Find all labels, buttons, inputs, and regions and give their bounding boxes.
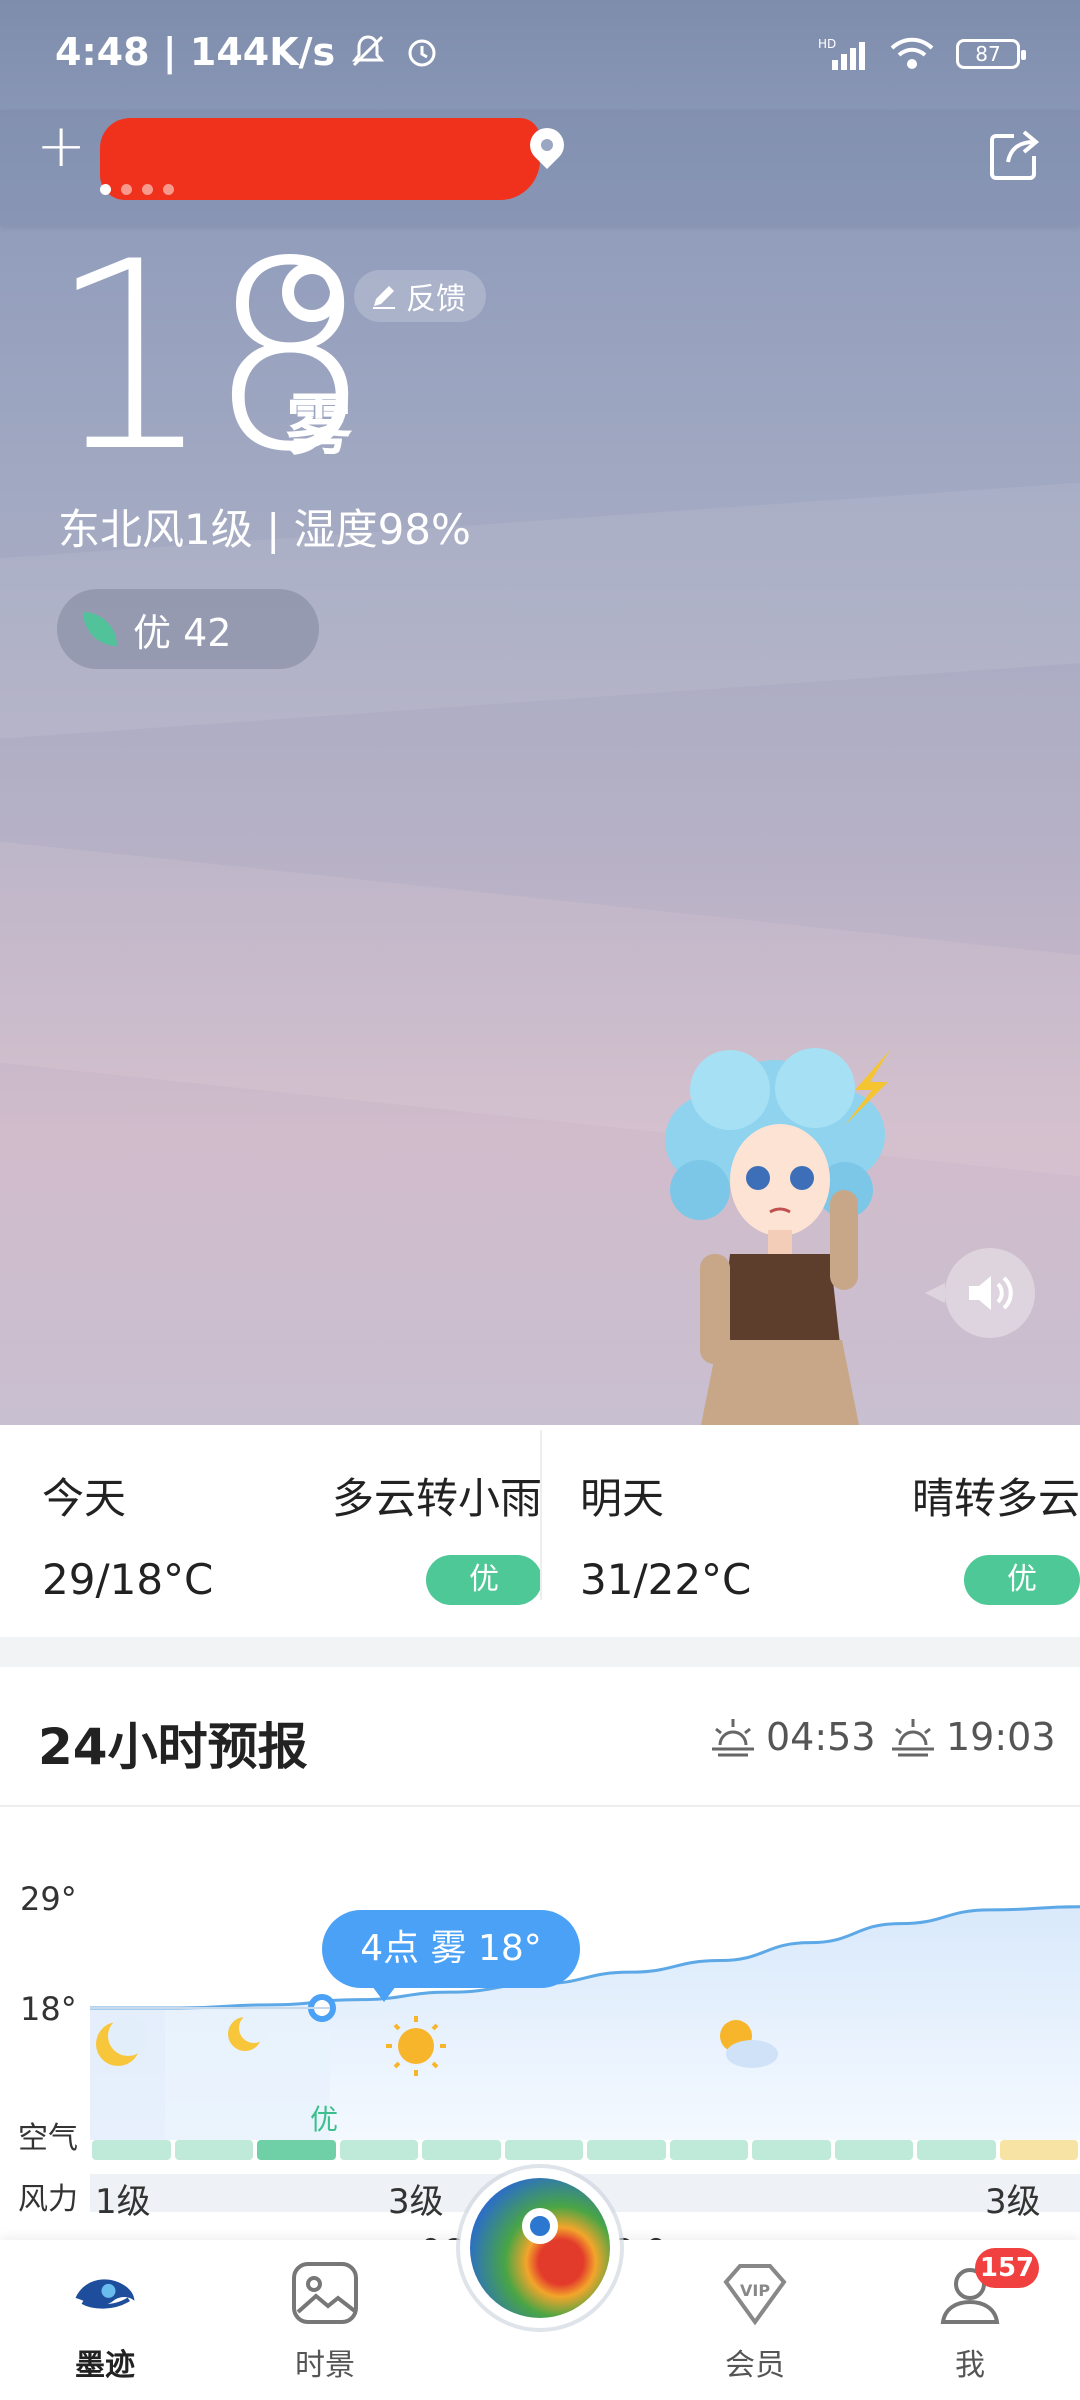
- svg-text:VIP: VIP: [740, 2281, 770, 2300]
- day-condition: 晴转多云: [911, 1474, 1080, 1523]
- radar-globe-icon: [470, 2178, 610, 2318]
- air-quality-bar: [422, 2140, 501, 2160]
- mascot-character[interactable]: [640, 1040, 910, 1425]
- current-condition: 雾: [286, 387, 352, 464]
- arm: [700, 1254, 730, 1364]
- day-label: 明天: [580, 1474, 665, 1523]
- alarm-icon: [408, 39, 436, 67]
- add-city-button[interactable]: +: [36, 116, 86, 176]
- air-quality-bar: [999, 2140, 1078, 2160]
- pencil-icon: [373, 286, 395, 309]
- day-tomorrow[interactable]: 明天 晴转多云 31/22°C 优: [580, 1425, 1080, 1637]
- wind-value: 1级: [95, 2182, 151, 2222]
- eye: [790, 1166, 814, 1190]
- air-quality-bar: [834, 2140, 913, 2160]
- aqi-pill[interactable]: 优 42: [57, 589, 319, 669]
- air-label: 空气: [18, 2121, 78, 2156]
- nav-scenes[interactable]: 时景: [245, 2260, 405, 2390]
- nav-label: 我: [955, 2348, 985, 2383]
- page-dot: [100, 184, 111, 195]
- air-quality-bar: [92, 2140, 171, 2160]
- nav-label: 墨迹: [75, 2348, 135, 2383]
- day-condition: 多云转小雨: [331, 1474, 542, 1523]
- nav-vip[interactable]: VIP 会员: [675, 2260, 835, 2390]
- nav-label: 时景: [295, 2348, 355, 2383]
- section-gap: [0, 1637, 1080, 1667]
- location-ring-icon: [522, 2208, 558, 2244]
- svg-text:HD: HD: [818, 37, 836, 51]
- page-dot: [121, 184, 132, 195]
- moji-logo-icon: [75, 2279, 135, 2309]
- sunrise: 04:53: [710, 1715, 876, 1759]
- aqi-badge: 优: [964, 1555, 1080, 1605]
- air-quality-bar: [587, 2140, 666, 2160]
- battery-icon: 87: [956, 39, 1026, 69]
- radar-button[interactable]: [460, 2168, 620, 2328]
- dress: [720, 1254, 840, 1344]
- air-quality-bar: [257, 2140, 336, 2160]
- y-tick-max: 29°: [20, 1880, 77, 1918]
- nav-label: 会员: [725, 2348, 785, 2383]
- wifi-icon: [890, 37, 934, 69]
- air-quality-bar: [752, 2140, 831, 2160]
- wind-value: 3级: [388, 2182, 444, 2222]
- hd-signal-icon: HD: [818, 37, 865, 70]
- weather-hero: 4:48 | 144K/s HD 87 + 18 雾 反馈 东北风1级 | 湿度…: [0, 0, 1080, 1425]
- air-quality-value: 优: [310, 2103, 339, 2136]
- speaker-button[interactable]: [925, 1248, 1035, 1338]
- eye: [746, 1166, 770, 1190]
- plus-icon: +: [36, 111, 87, 181]
- page-dot: [142, 184, 153, 195]
- wind-label: 风力: [18, 2182, 78, 2217]
- air-quality-bar: [174, 2140, 253, 2160]
- sunrise-icon: [712, 1719, 754, 1757]
- air-quality-bar: [669, 2140, 748, 2160]
- feedback-button[interactable]: 反馈: [354, 270, 486, 322]
- degree-icon: [282, 262, 342, 322]
- status-time: 4:48 | 144K/s: [55, 30, 442, 74]
- sunset: 19:03: [890, 1715, 1056, 1759]
- page-dot: [163, 184, 174, 195]
- day-range: 31/22°C: [580, 1555, 752, 1604]
- leaf-icon: [83, 612, 117, 646]
- air-quality-bar: [339, 2140, 418, 2160]
- vip-icon: VIP: [723, 2264, 787, 2326]
- page-dots: [100, 184, 174, 195]
- day-today[interactable]: 今天 多云转小雨 29/18°C 优: [42, 1425, 542, 1637]
- day-range: 29/18°C: [42, 1555, 214, 1604]
- y-tick-min: 18°: [20, 1990, 77, 2028]
- bell-off-icon: [352, 35, 385, 67]
- wind-humidity: 东北风1级 | 湿度98%: [58, 505, 471, 554]
- aqi-badge: 优: [426, 1555, 542, 1605]
- nav-moji[interactable]: 墨迹: [25, 2260, 185, 2390]
- arm: [830, 1190, 858, 1290]
- status-bar: 4:48 | 144K/s HD 87: [0, 0, 1080, 110]
- air-quality-bar: [917, 2140, 996, 2160]
- notification-badge: 157: [975, 2248, 1039, 2288]
- forecast-title: 24小时预报: [38, 1718, 308, 1776]
- face: [730, 1124, 830, 1236]
- hour-tooltip: 4点 雾 18°: [322, 1910, 580, 2002]
- neck: [768, 1230, 792, 1254]
- wind-value: 3级: [985, 2182, 1041, 2222]
- speaker-icon: [969, 1276, 1013, 1310]
- divider: [540, 1430, 542, 1600]
- air-quality-bar: [504, 2140, 583, 2160]
- sky-band: [0, 832, 1080, 1188]
- image-icon: [292, 2262, 358, 2324]
- sunset-icon: [892, 1719, 934, 1757]
- day-label: 今天: [42, 1474, 127, 1523]
- share-icon[interactable]: [984, 126, 1044, 186]
